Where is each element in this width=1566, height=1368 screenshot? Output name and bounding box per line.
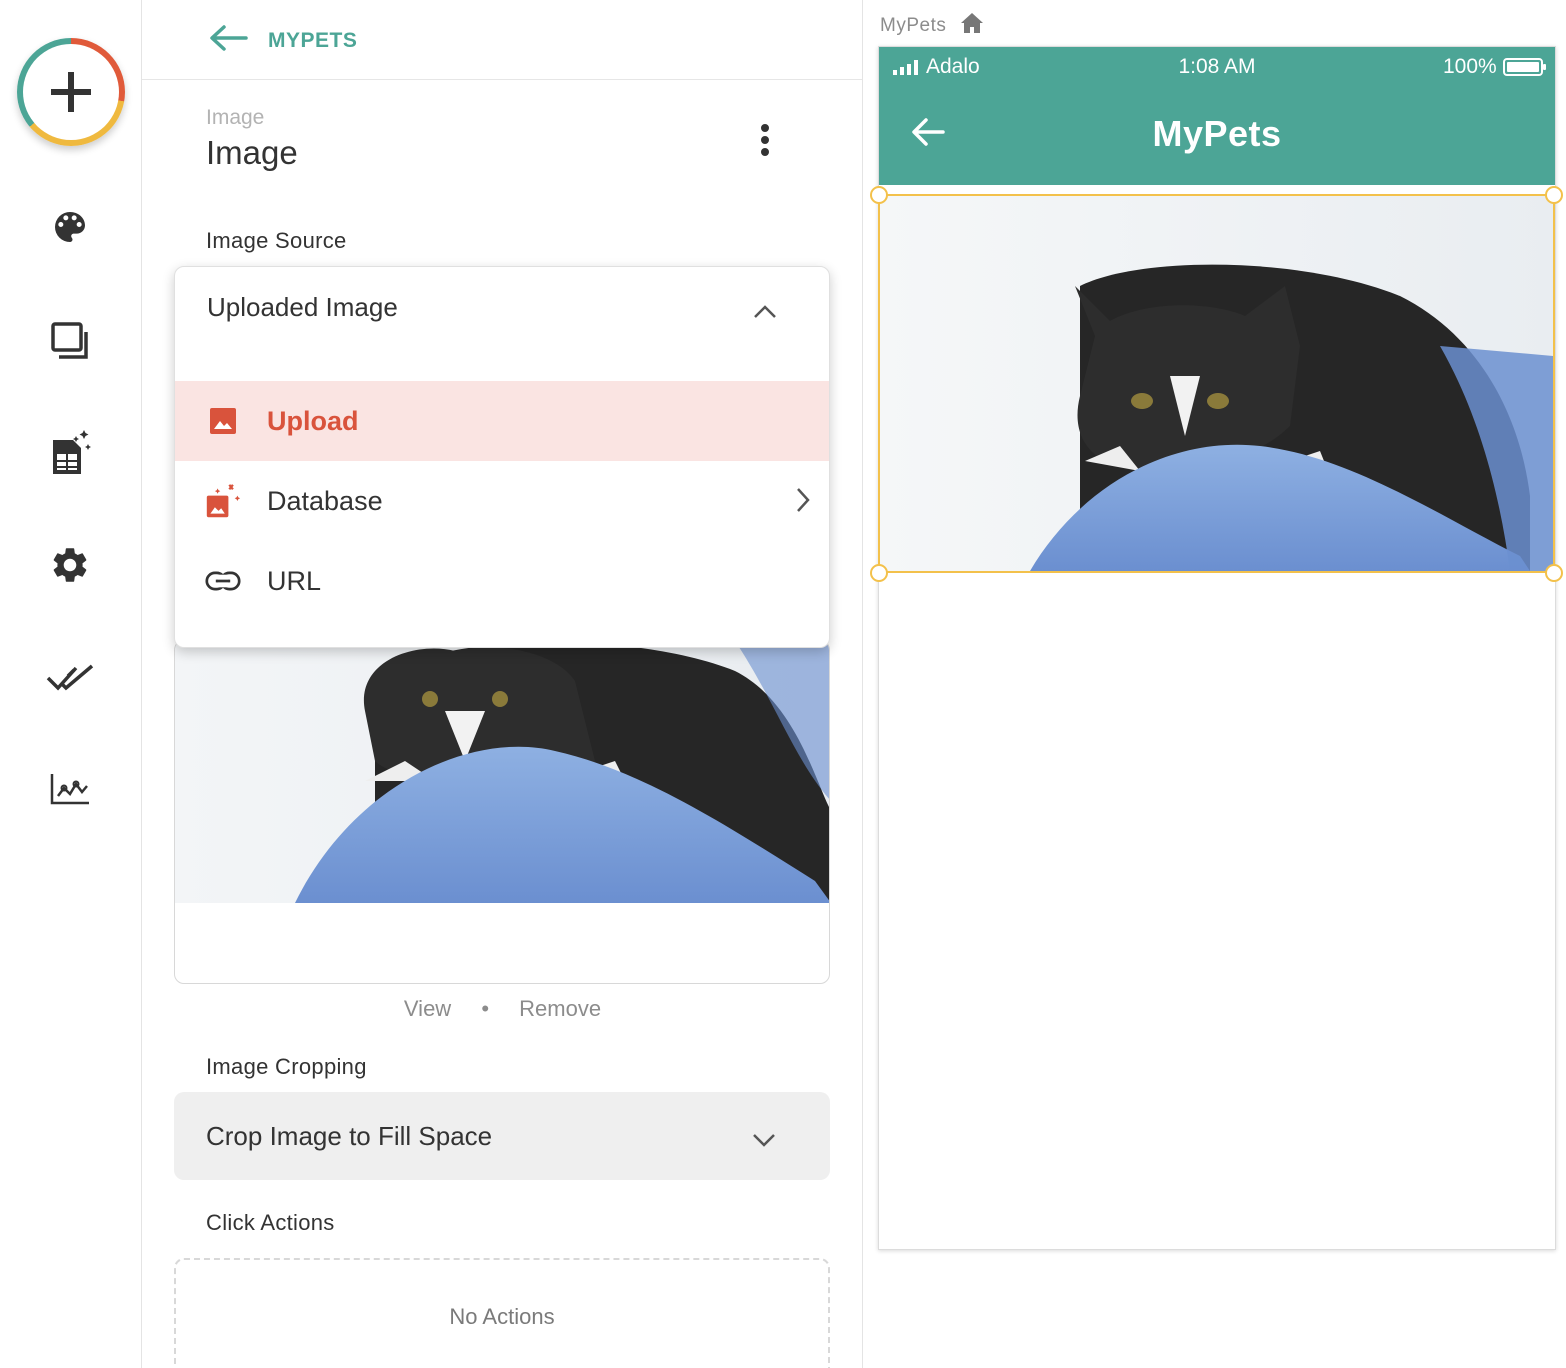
home-icon[interactable] bbox=[960, 12, 984, 40]
image-source-selected: Uploaded Image bbox=[207, 291, 398, 322]
gear-icon[interactable] bbox=[45, 540, 95, 590]
click-actions-label: Click Actions bbox=[206, 1210, 335, 1235]
chevron-up-icon bbox=[753, 295, 777, 326]
battery-icon bbox=[1502, 58, 1546, 76]
database-image-icon bbox=[205, 483, 241, 519]
panel-header: MYPETS bbox=[142, 0, 862, 80]
separator-dot: • bbox=[481, 996, 490, 1021]
link-icon bbox=[205, 563, 241, 599]
app-bar: Adalo 1:08 AM 100% MyPets bbox=[879, 47, 1555, 185]
screens-icon[interactable] bbox=[45, 316, 95, 366]
component-type-label: Image bbox=[206, 106, 265, 129]
double-check-icon[interactable] bbox=[45, 652, 95, 702]
resize-handle-bottom-right[interactable] bbox=[1545, 564, 1563, 582]
screen-title: MyPets bbox=[1152, 113, 1282, 154]
properties-panel: MYPETS Image Image Image Source View • R… bbox=[142, 0, 863, 1368]
option-database-label: Database bbox=[267, 485, 383, 516]
database-icon[interactable] bbox=[45, 428, 95, 478]
resize-handle-top-right[interactable] bbox=[1545, 186, 1563, 204]
image-source-select[interactable]: Uploaded Image bbox=[175, 267, 829, 347]
battery-percent: 100% bbox=[1443, 55, 1497, 78]
option-url-label: URL bbox=[267, 565, 322, 596]
image-cropping-label: Image Cropping bbox=[206, 1054, 367, 1079]
image-icon bbox=[205, 403, 241, 439]
analytics-icon[interactable] bbox=[45, 764, 95, 814]
option-url[interactable]: URL bbox=[175, 541, 829, 621]
cat-photo-thumbnail bbox=[175, 641, 829, 903]
option-upload[interactable]: Upload bbox=[175, 381, 829, 461]
image-source-dropdown[interactable]: Uploaded Image Upload Database URL bbox=[174, 266, 830, 648]
add-component-button[interactable] bbox=[17, 38, 125, 146]
screen-name-label[interactable]: MyPets bbox=[880, 12, 984, 40]
back-to-screen-link[interactable]: MYPETS bbox=[208, 24, 357, 58]
plus-icon bbox=[23, 44, 119, 140]
back-link-label: MYPETS bbox=[268, 29, 358, 52]
battery-indicator: 100% bbox=[1443, 55, 1546, 79]
status-bar: Adalo 1:08 AM 100% bbox=[879, 47, 1555, 87]
left-sidebar bbox=[0, 0, 142, 1368]
resize-handle-bottom-left[interactable] bbox=[870, 564, 888, 582]
option-database[interactable]: Database bbox=[175, 461, 829, 541]
chevron-down-icon bbox=[752, 1124, 776, 1155]
image-cropping-select[interactable]: Crop Image to Fill Space bbox=[174, 1092, 830, 1180]
component-title: Image bbox=[206, 134, 298, 171]
screen-name: MyPets bbox=[880, 15, 947, 36]
uploaded-image-preview bbox=[174, 640, 830, 984]
remove-image-link[interactable]: Remove bbox=[519, 996, 601, 1021]
image-source-label: Image Source bbox=[206, 228, 347, 253]
chevron-right-icon bbox=[795, 487, 811, 520]
palette-icon[interactable] bbox=[45, 202, 95, 252]
arrow-left-icon bbox=[208, 24, 248, 58]
preview-links: View • Remove bbox=[142, 996, 862, 1022]
view-image-link[interactable]: View bbox=[404, 996, 451, 1021]
more-options-icon[interactable] bbox=[750, 120, 780, 160]
click-actions-dropzone[interactable]: No Actions bbox=[174, 1258, 830, 1368]
resize-handle-top-left[interactable] bbox=[870, 186, 888, 204]
image-cropping-selected: Crop Image to Fill Space bbox=[206, 1120, 493, 1151]
selection-outline bbox=[878, 194, 1555, 573]
no-actions-text: No Actions bbox=[449, 1304, 555, 1329]
option-upload-label: Upload bbox=[267, 405, 359, 436]
